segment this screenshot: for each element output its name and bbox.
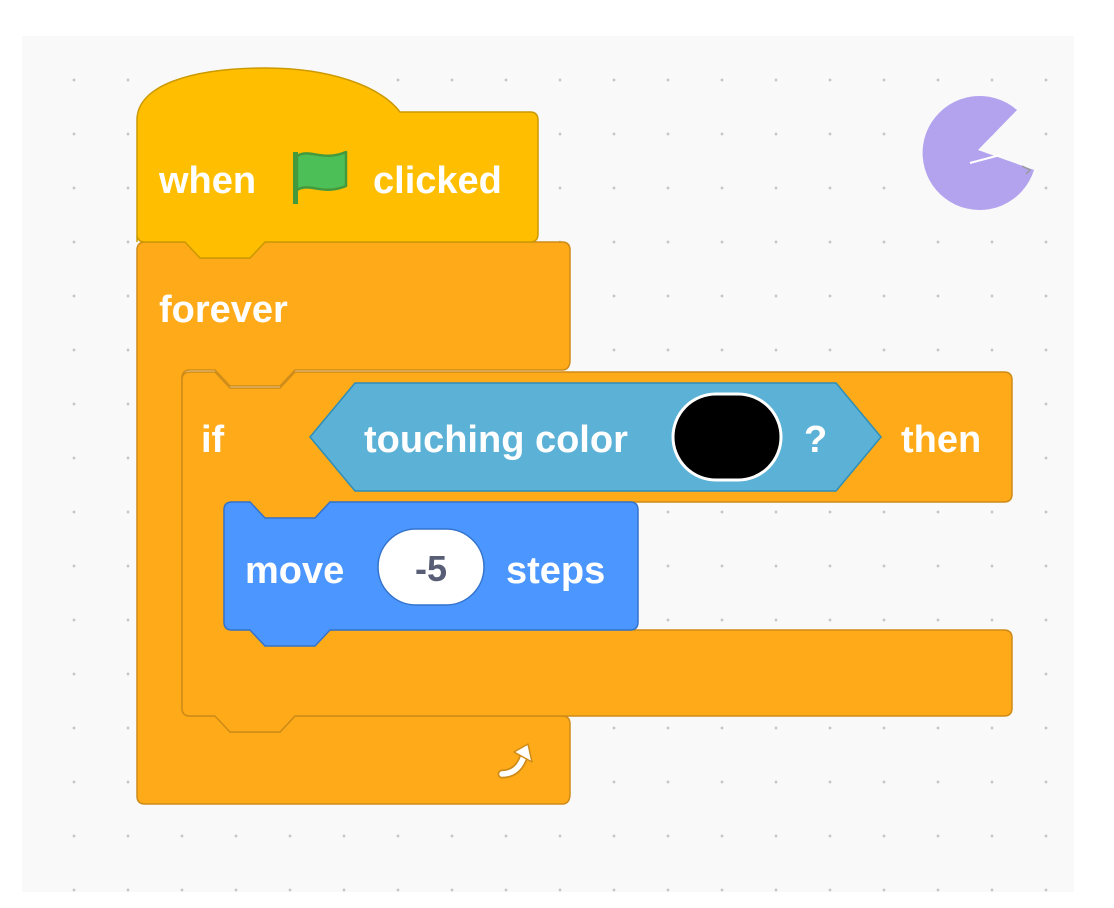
steps-value: -5 <box>415 548 447 589</box>
if-label: if <box>201 419 225 461</box>
question-mark: ? <box>804 419 827 461</box>
code-area: forever if then touching color ? move -5 <box>0 0 1114 908</box>
color-swatch-input[interactable] <box>671 392 783 482</box>
sprite-costume-icon[interactable] <box>922 96 1034 211</box>
sprite-costume-shape <box>922 96 1034 211</box>
script-canvas: forever if then touching color ? move -5 <box>136 67 1034 805</box>
when-label: when <box>158 160 256 202</box>
touching-color-block[interactable]: touching color ? <box>309 382 882 492</box>
forever-label: forever <box>159 289 288 331</box>
move-label: move <box>245 550 344 592</box>
steps-label: steps <box>506 550 605 592</box>
move-steps-block[interactable]: move -5 steps <box>223 501 639 647</box>
when-flag-clicked-block[interactable]: when clicked <box>136 67 539 259</box>
then-label: then <box>901 419 981 461</box>
clicked-label: clicked <box>373 160 502 202</box>
touching-color-label: touching color <box>364 419 628 461</box>
